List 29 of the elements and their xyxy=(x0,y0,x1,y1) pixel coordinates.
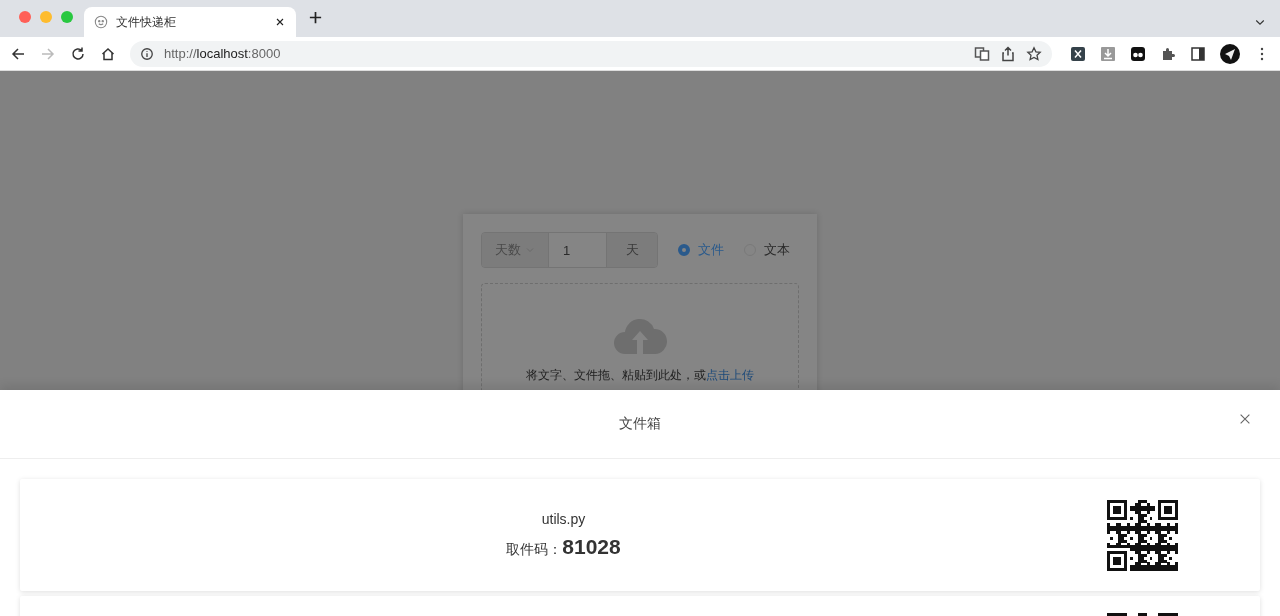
url-text: http://localhost:8000 xyxy=(164,46,281,61)
download-icon[interactable] xyxy=(1100,45,1116,62)
type-radio[interactable]: 文本 xyxy=(744,241,790,259)
info-icon xyxy=(140,46,154,61)
puzzle-icon[interactable] xyxy=(1160,45,1176,62)
home-icon[interactable] xyxy=(100,45,116,62)
qr-code xyxy=(1107,499,1178,571)
x-extension-icon[interactable] xyxy=(1070,45,1086,62)
code-label: 取件码： xyxy=(506,541,563,559)
drawer-title: 文件箱 xyxy=(619,415,661,433)
file-name: utils.py xyxy=(541,511,586,527)
star-icon[interactable] xyxy=(1026,45,1042,62)
tab-title: 文件快递柜 xyxy=(116,13,177,31)
side-panel-icon[interactable] xyxy=(1190,45,1206,62)
upload-hint: 将文字、文件拖、粘贴到此处，或点击上传 xyxy=(526,368,754,382)
profile-avatar[interactable] xyxy=(1220,43,1240,64)
pickup-code: 81028 xyxy=(562,535,621,559)
new-tab-icon[interactable] xyxy=(308,10,323,25)
close-icon[interactable] xyxy=(274,16,286,28)
browser-tab[interactable]: 文件快递柜 xyxy=(84,7,296,37)
reload-icon[interactable] xyxy=(70,45,86,62)
back-icon[interactable] xyxy=(10,45,26,62)
share-icon[interactable] xyxy=(1000,45,1016,62)
mask-extension-icon[interactable] xyxy=(1130,45,1146,62)
upload-link[interactable]: 点击上传 xyxy=(706,368,754,382)
unit-suffix: 天 xyxy=(607,233,657,267)
address-bar[interactable]: http://localhost:8000 xyxy=(130,40,1052,67)
smiley-icon xyxy=(94,15,108,29)
translate-icon[interactable] xyxy=(974,45,990,62)
